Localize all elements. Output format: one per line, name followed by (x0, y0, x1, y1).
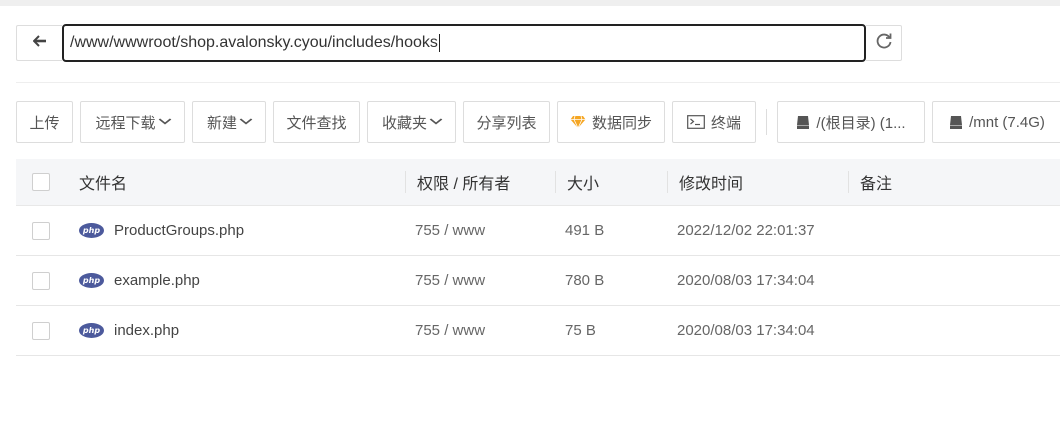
file-name-cell[interactable]: php example.php (68, 256, 405, 305)
favorites-label: 收藏夹 (381, 114, 427, 132)
disk-mnt-label: /mnt (7.4G) (969, 113, 1045, 131)
php-icon: php (79, 223, 104, 238)
disk-mnt-button[interactable]: /mnt (7.4G) (932, 101, 1060, 143)
row-check-cell (16, 306, 68, 355)
chevron-down-icon (429, 116, 443, 128)
remote-download-label: 远程下载 (95, 114, 156, 132)
header-permission[interactable]: 权限 / 所有者 (405, 159, 555, 205)
path-bar: /www/wwwroot/shop.avalonsky.cyou/include… (16, 24, 902, 62)
new-label: 新建 (206, 114, 237, 132)
note-cell[interactable] (848, 206, 1060, 255)
path-input[interactable]: /www/wwwroot/shop.avalonsky.cyou/include… (62, 24, 866, 62)
modified-value: 2020/08/03 17:34:04 (677, 322, 815, 339)
file-name[interactable]: ProductGroups.php (114, 222, 244, 239)
size-value: 491 B (565, 222, 605, 239)
file-name[interactable]: index.php (114, 322, 179, 339)
row-check-cell (16, 206, 68, 255)
permission-cell[interactable]: 755 / www (405, 256, 555, 305)
header-modified[interactable]: 修改时间 (667, 159, 848, 205)
modified-value: 2020/08/03 17:34:04 (677, 272, 815, 289)
row-checkbox[interactable] (32, 321, 50, 340)
chevron-down-icon (239, 116, 253, 128)
header-modified-label: 修改时间 (679, 176, 744, 193)
back-button[interactable] (16, 25, 62, 61)
data-sync-button[interactable]: 数据同步 (557, 101, 665, 143)
permission-value: 755 / www (415, 272, 486, 289)
diamond-icon (570, 115, 586, 129)
table-row[interactable]: php example.php 755 / www 780 B 2020/08/… (16, 256, 1060, 306)
header-note-label: 备注 (860, 176, 893, 193)
modified-cell: 2020/08/03 17:34:04 (667, 306, 848, 355)
terminal-button[interactable]: 终端 (672, 101, 756, 143)
path-text: /www/wwwroot/shop.avalonsky.cyou/include… (70, 34, 438, 51)
refresh-button[interactable] (866, 25, 902, 61)
file-table: 文件名 权限 / 所有者 大小 修改时间 备注 php ProductGroup… (16, 159, 1060, 356)
header-permission-label: 权限 / 所有者 (417, 176, 511, 193)
file-name[interactable]: example.php (114, 272, 200, 289)
share-list-label: 分享列表 (476, 114, 537, 132)
header-size[interactable]: 大小 (555, 159, 667, 205)
arrow-left-icon (32, 34, 47, 52)
upload-button[interactable]: 上传 (16, 101, 73, 143)
file-name-cell[interactable]: php index.php (68, 306, 405, 355)
refresh-icon (875, 32, 893, 55)
file-search-button[interactable]: 文件查找 (273, 101, 360, 143)
table-row[interactable]: php index.php 755 / www 75 B 2020/08/03 … (16, 306, 1060, 356)
header-size-label: 大小 (567, 176, 600, 193)
text-caret (438, 34, 440, 52)
new-button[interactable]: 新建 (192, 101, 266, 143)
data-sync-label: 数据同步 (591, 114, 652, 132)
share-list-button[interactable]: 分享列表 (463, 101, 550, 143)
permission-value: 755 / www (415, 322, 486, 339)
size-value: 780 B (565, 272, 605, 289)
size-cell: 75 B (555, 306, 667, 355)
disk-icon (796, 115, 810, 130)
disk-icon (949, 115, 963, 130)
table-row[interactable]: php ProductGroups.php 755 / www 491 B 20… (16, 206, 1060, 256)
permission-cell[interactable]: 755 / www (405, 306, 555, 355)
modified-cell: 2020/08/03 17:34:04 (667, 256, 848, 305)
toolbar: 上传 远程下载 新建 文件查找 收藏夹 分享列表 数据同步 终端 /(根目录) … (16, 101, 1060, 143)
size-cell: 491 B (555, 206, 667, 255)
terminal-icon (687, 115, 705, 129)
select-all-checkbox[interactable] (32, 173, 50, 191)
remote-download-button[interactable]: 远程下载 (80, 101, 185, 143)
note-cell[interactable] (848, 256, 1060, 305)
permission-value: 755 / www (415, 222, 486, 239)
modified-value: 2022/12/02 22:01:37 (677, 222, 815, 239)
divider (16, 82, 1060, 83)
disk-root-label: /(根目录) (1... (816, 114, 906, 132)
disk-root-button[interactable]: /(根目录) (1... (777, 101, 925, 143)
header-name-label: 文件名 (79, 176, 128, 193)
favorites-button[interactable]: 收藏夹 (367, 101, 456, 143)
php-icon: php (79, 323, 104, 338)
terminal-label: 终端 (710, 114, 741, 132)
row-check-cell (16, 256, 68, 305)
size-value: 75 B (565, 322, 596, 339)
row-checkbox[interactable] (32, 271, 50, 290)
file-search-label: 文件查找 (286, 114, 347, 132)
toolbar-separator (766, 109, 767, 135)
table-header: 文件名 权限 / 所有者 大小 修改时间 备注 (16, 159, 1060, 206)
chevron-down-icon (158, 116, 172, 128)
php-icon: php (79, 273, 104, 288)
file-name-cell[interactable]: php ProductGroups.php (68, 206, 405, 255)
modified-cell: 2022/12/02 22:01:37 (667, 206, 848, 255)
note-cell[interactable] (848, 306, 1060, 355)
size-cell: 780 B (555, 256, 667, 305)
upload-label: 上传 (29, 114, 60, 132)
top-strip (0, 0, 1060, 6)
header-name[interactable]: 文件名 (68, 159, 405, 205)
header-note: 备注 (848, 159, 1060, 205)
row-checkbox[interactable] (32, 221, 50, 240)
permission-cell[interactable]: 755 / www (405, 206, 555, 255)
header-check-cell (16, 159, 68, 205)
